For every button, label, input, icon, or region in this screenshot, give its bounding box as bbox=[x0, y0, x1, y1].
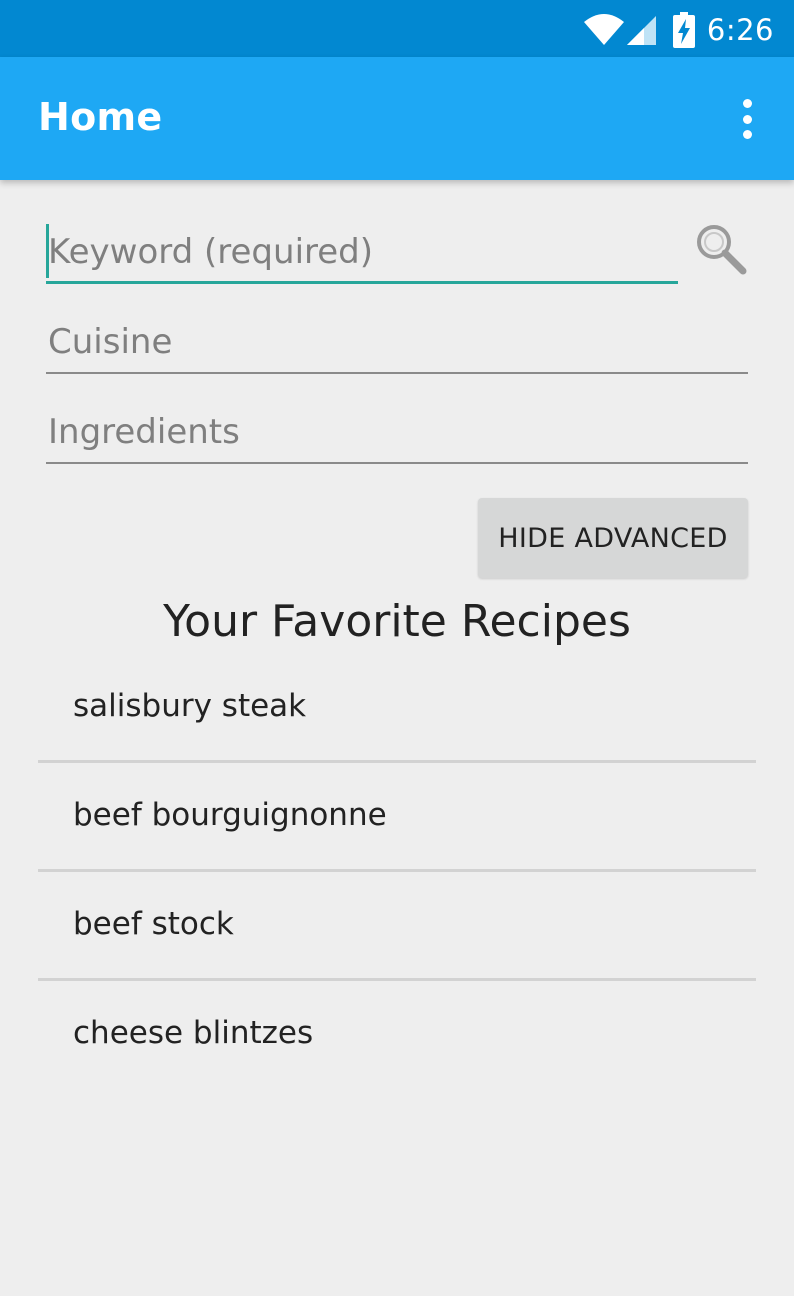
recipe-label: cheese blintzes bbox=[73, 1015, 314, 1051]
cell-signal-icon bbox=[626, 14, 657, 46]
text-cursor bbox=[46, 224, 49, 278]
favorites-title: Your Favorite Recipes bbox=[163, 596, 631, 647]
menu-dot bbox=[742, 114, 752, 124]
list-item[interactable]: beef bourguignonne bbox=[38, 763, 756, 872]
recipe-label: beef stock bbox=[73, 906, 234, 942]
menu-dot bbox=[742, 99, 752, 108]
recipe-label: salisbury steak bbox=[73, 688, 307, 724]
app-bar: Home bbox=[0, 57, 794, 180]
status-icons: 6:26 bbox=[583, 10, 774, 50]
ingredients-underline bbox=[46, 462, 748, 464]
list-item[interactable]: beef stock bbox=[38, 872, 756, 981]
keyword-field bbox=[46, 220, 678, 284]
menu-dot bbox=[742, 130, 752, 139]
status-bar: 6:26 bbox=[0, 0, 794, 57]
ingredients-input[interactable] bbox=[46, 400, 748, 464]
recipe-label: beef bourguignonne bbox=[73, 797, 387, 833]
list-item[interactable]: salisbury steak bbox=[38, 654, 756, 763]
search-icon[interactable] bbox=[694, 222, 750, 278]
ingredients-field bbox=[46, 400, 748, 464]
cuisine-field bbox=[46, 310, 748, 374]
keyword-input[interactable] bbox=[46, 220, 678, 284]
favorites-list: salisbury steak beef bourguignonne beef … bbox=[38, 654, 756, 1087]
wifi-icon bbox=[583, 14, 625, 46]
battery-charging-icon bbox=[672, 12, 695, 48]
list-item[interactable]: cheese blintzes bbox=[38, 981, 756, 1087]
cuisine-underline bbox=[46, 372, 748, 374]
status-time: 6:26 bbox=[706, 13, 774, 47]
app-title: Home bbox=[38, 95, 163, 139]
overflow-menu-icon[interactable] bbox=[740, 99, 754, 139]
keyword-underline bbox=[46, 281, 678, 284]
hide-advanced-button[interactable]: HIDE ADVANCED bbox=[478, 498, 748, 578]
screen: 6:26 Home HIDE ADVANCED Your bbox=[0, 0, 794, 1296]
cuisine-input[interactable] bbox=[46, 310, 748, 374]
